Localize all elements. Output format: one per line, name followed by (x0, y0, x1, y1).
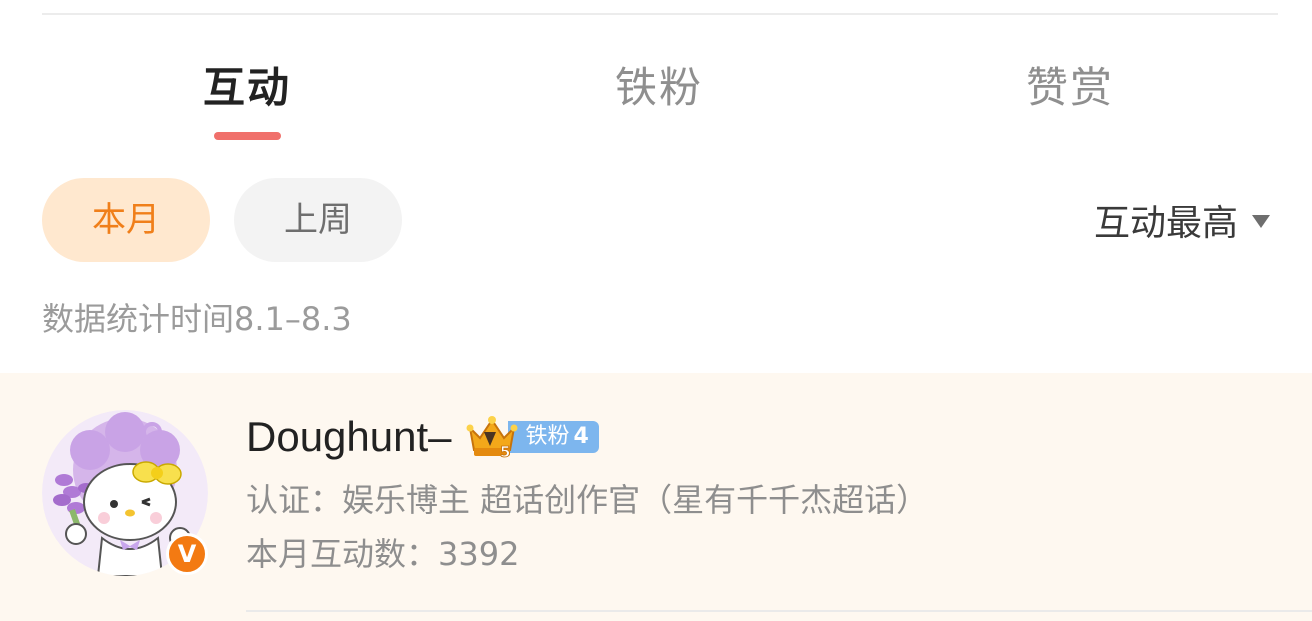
fan-tag-level: 4 (573, 424, 589, 449)
fan-tag: 铁粉 4 (507, 421, 599, 453)
sort-dropdown[interactable]: 互动最高 (1094, 192, 1270, 248)
top-divider (42, 13, 1278, 15)
list-item[interactable]: V Doughunt– 5 铁粉 4 认证：娱乐博主 超话创作官（星有千千杰超话… (0, 373, 1312, 621)
username[interactable]: Doughunt– (246, 413, 452, 461)
row-divider (246, 610, 1312, 612)
certification-text: 认证：娱乐博主 超话创作官（星有千千杰超话） (246, 481, 929, 519)
caret-down-icon (1252, 214, 1270, 228)
sort-dropdown-label: 互动最高 (1093, 203, 1238, 244)
tab-interaction[interactable]: 互动 (137, 58, 357, 118)
active-tab-indicator (214, 132, 281, 140)
username-line: Doughunt– 5 铁粉 4 (246, 411, 599, 463)
crown-icon: 5 (466, 416, 518, 460)
filter-this-month-button[interactable]: 本月 (42, 178, 210, 262)
fan-tag-label: 铁粉 (525, 424, 570, 449)
crown-level-text: 5 (500, 443, 510, 460)
interaction-count-text: 本月互动数：3392 (246, 535, 520, 573)
iron-fan-badge[interactable]: 5 铁粉 4 (466, 416, 599, 460)
tab-iron-fans[interactable]: 铁粉 (549, 58, 769, 118)
filter-last-week-button[interactable]: 上周 (234, 178, 402, 262)
interaction-ranking-page: 互动 铁粉 赞赏 本月 上周 互动最高 数据统计时间8.1–8.3 V Doug… (0, 0, 1312, 621)
verified-v-icon: V (166, 533, 208, 575)
stats-period-text: 数据统计时间8.1–8.3 (42, 300, 352, 338)
tab-rewards[interactable]: 赞赏 (960, 58, 1180, 118)
